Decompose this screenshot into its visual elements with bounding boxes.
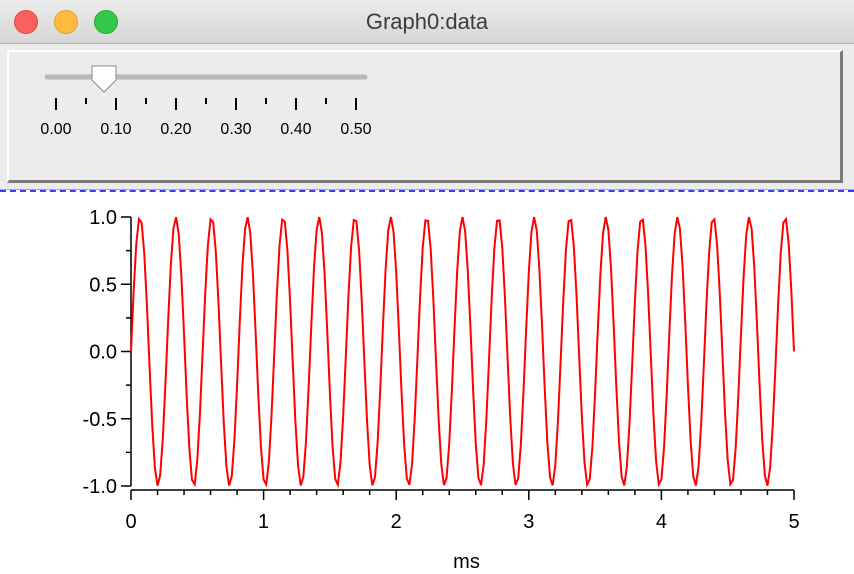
window-title: Graph0:data [365,9,489,34]
x-tick-label: 5 [788,511,799,533]
x-axis: 0 1 2 3 4 5 [125,489,800,533]
graph-plot: 1.0 0.5 0.0 -0.5 -1.0 0 1 2 3 4 5 ms [83,207,800,573]
y-axis: 1.0 0.5 0.0 -0.5 -1.0 [83,207,132,498]
y-tick-label: 1.0 [89,207,117,229]
y-tick-label: 0.5 [89,274,117,296]
slider-tick-label: 0.30 [220,121,251,138]
y-tick-label: -1.0 [83,476,117,498]
x-axis-label: ms [453,551,480,573]
slider-scale: 0.00 0.10 0.20 0.30 0.40 0.50 [40,98,372,138]
y-tick-label: 0.0 [89,342,117,364]
slider-tick-label: 0.10 [100,121,131,138]
slider-tick-label: 0.40 [280,121,311,138]
slider-tick-label: 0.20 [160,121,191,138]
y-tick-label: -0.5 [83,409,117,431]
x-tick-label: 0 [125,511,136,533]
slider-tick-label: 0.00 [40,121,71,138]
data-trace [130,216,795,489]
slider-thumb[interactable] [91,65,117,93]
x-tick-label: 3 [523,511,534,533]
slider-tick-label: 0.50 [340,121,371,138]
value-slider[interactable]: 0.00 0.10 0.20 0.30 0.40 0.50 [0,44,854,190]
window-titlebar: Graph0:data [0,0,854,44]
x-tick-label: 4 [656,511,667,533]
x-tick-label: 1 [258,511,269,533]
x-tick-label: 2 [391,511,402,533]
